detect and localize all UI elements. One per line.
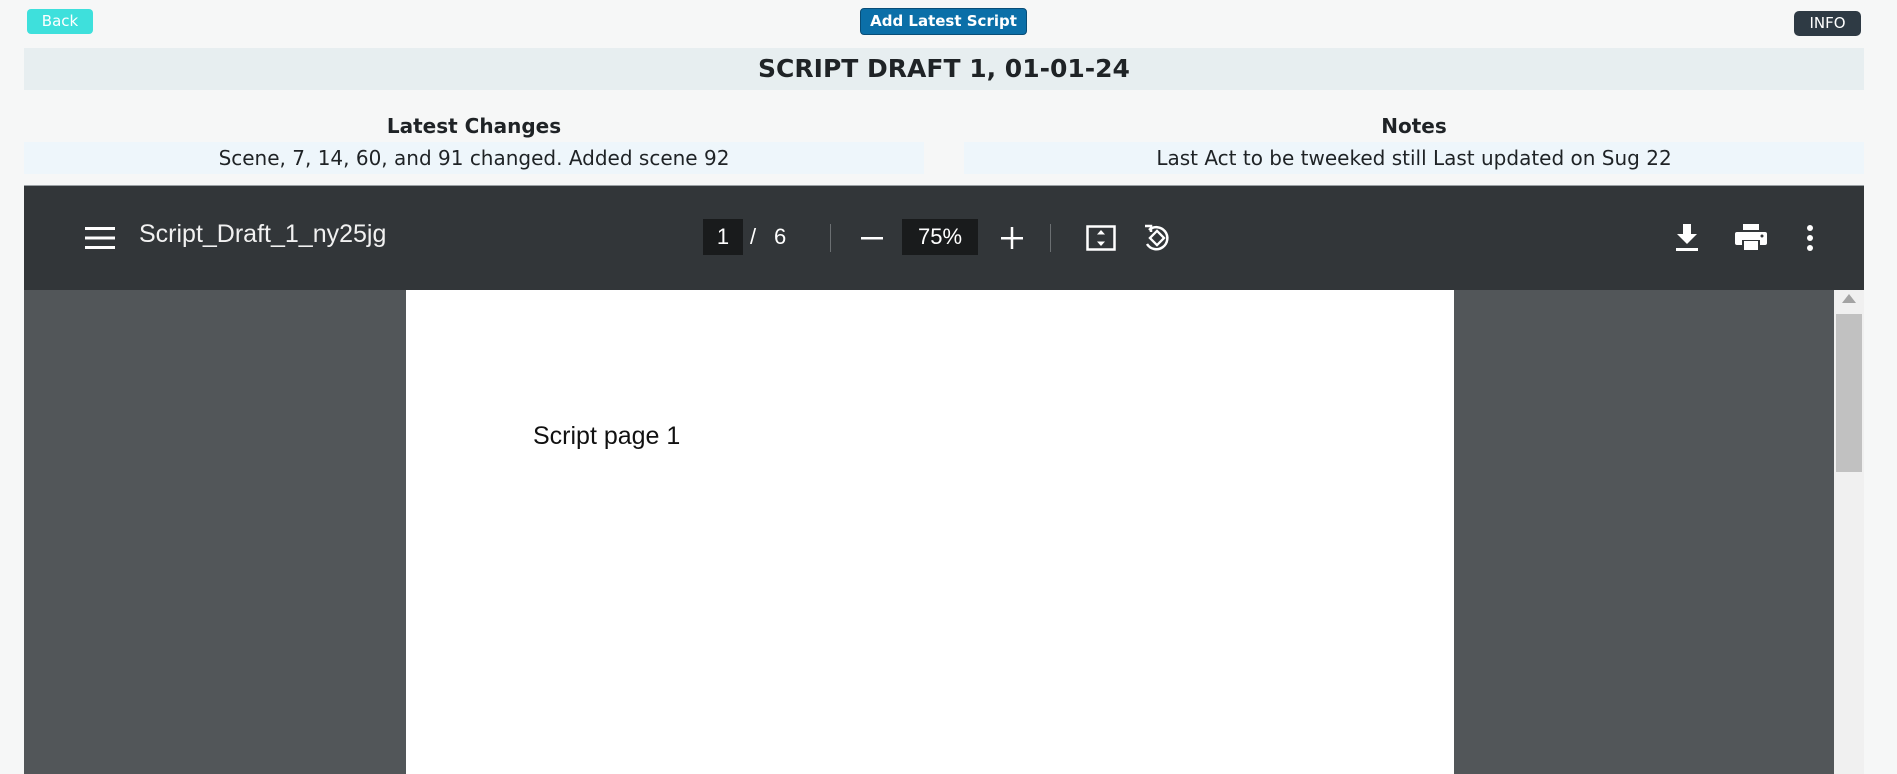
info-button[interactable]: INFO — [1794, 11, 1861, 36]
notes-text: Last Act to be tweeked still Last update… — [964, 142, 1864, 174]
pdf-page: Script page 1 — [406, 290, 1454, 774]
toolbar-divider — [1050, 224, 1051, 252]
menu-icon[interactable] — [82, 222, 118, 254]
fit-page-icon[interactable] — [1084, 221, 1118, 255]
add-latest-script-button[interactable]: Add Latest Script — [860, 8, 1027, 35]
more-icon[interactable] — [1798, 220, 1822, 256]
document-title: Script_Draft_1_ny25jg — [139, 220, 387, 248]
latest-changes-text: Scene, 7, 14, 60, and 91 changed. Added … — [24, 142, 924, 174]
page-separator: / — [750, 224, 757, 249]
scroll-up-arrow-icon[interactable] — [1842, 294, 1856, 303]
zoom-out-icon[interactable] — [856, 222, 888, 254]
rotate-icon[interactable] — [1139, 220, 1175, 256]
notes-section: Notes Last Act to be tweeked still Last … — [964, 110, 1864, 174]
pdf-toolbar: Script_Draft_1_ny25jg 1 / 6 75% — [24, 186, 1864, 290]
top-bar: Back Add Latest Script INFO — [0, 0, 1897, 46]
zoom-level-input[interactable]: 75% — [902, 219, 978, 255]
latest-changes-heading: Latest Changes — [386, 114, 562, 138]
latest-changes-section: Latest Changes Scene, 7, 14, 60, and 91 … — [24, 110, 924, 174]
zoom-in-icon[interactable] — [996, 222, 1028, 254]
print-icon[interactable] — [1732, 220, 1770, 256]
pdf-viewer: Script_Draft_1_ny25jg 1 / 6 75% Script p… — [24, 185, 1864, 774]
page-number-input[interactable]: 1 — [703, 219, 743, 255]
back-button[interactable]: Back — [27, 9, 93, 34]
notes-heading: Notes — [1381, 114, 1447, 138]
toolbar-divider — [830, 224, 831, 252]
page-content-text: Script page 1 — [533, 422, 681, 450]
scrollbar-thumb[interactable] — [1836, 314, 1862, 472]
download-icon[interactable] — [1670, 220, 1704, 256]
total-pages: 6 — [774, 224, 787, 249]
page-title: SCRIPT DRAFT 1, 01-01-24 — [24, 48, 1864, 90]
